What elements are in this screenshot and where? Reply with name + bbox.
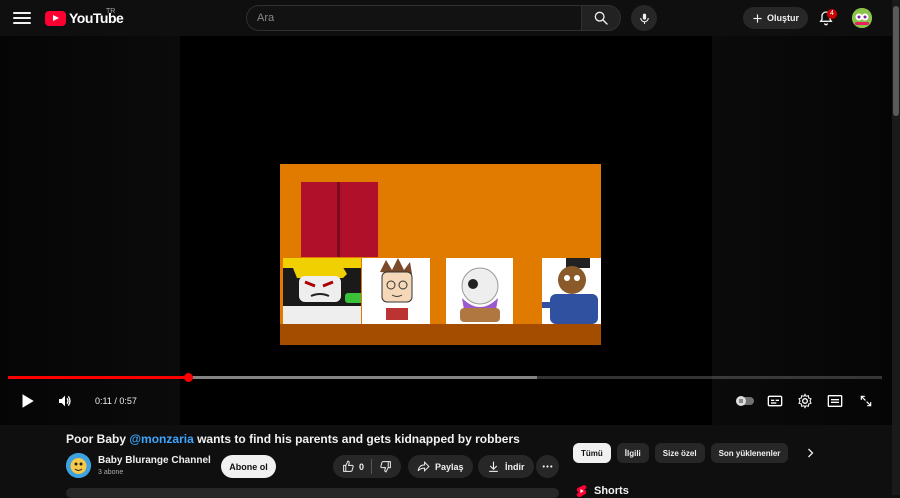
subscribe-button[interactable]: Abone ol (221, 455, 276, 478)
shorts-label: Shorts (594, 485, 629, 497)
chip-for-you[interactable]: Size özel (654, 443, 705, 463)
video-letterbox-right (712, 36, 892, 425)
plus-icon (753, 13, 762, 23)
play-icon (22, 394, 34, 408)
autoplay-toggle[interactable] (735, 393, 755, 409)
thumbs-up-icon (343, 460, 354, 472)
character-panel-2 (362, 258, 430, 324)
played-range (8, 376, 189, 379)
page-scrollbar[interactable] (892, 0, 900, 495)
video-title: Poor Baby @monzaria wants to find his pa… (66, 432, 520, 446)
subtitles-button[interactable] (766, 392, 784, 410)
create-label: Oluştur (766, 13, 799, 23)
fullscreen-icon (860, 395, 872, 407)
share-label: Paylaş (435, 461, 464, 472)
miniplayer-icon (827, 395, 843, 407)
search-box (246, 5, 581, 31)
like-divider (371, 459, 373, 474)
voice-search-button[interactable] (631, 5, 657, 31)
current-time: 0:11 (95, 396, 112, 406)
description-box[interactable] (66, 488, 559, 498)
search-input[interactable] (247, 6, 581, 30)
scrollbar-thumb[interactable] (893, 6, 899, 116)
chevron-right-icon (808, 448, 814, 458)
download-icon (489, 461, 498, 472)
video-player[interactable]: 0:11 / 0:57 (0, 36, 892, 425)
account-avatar[interactable] (852, 8, 872, 28)
autoplay-toggle-icon (736, 396, 754, 406)
water-gun-image (345, 293, 361, 303)
fullscreen-button[interactable] (857, 392, 875, 410)
gear-icon (798, 393, 812, 409)
character-panel-1 (283, 258, 361, 324)
microphone-icon (639, 13, 649, 24)
like-dislike-group: 0 (333, 455, 402, 478)
curtain-image (301, 182, 378, 257)
volume-button[interactable] (55, 391, 75, 411)
thumbs-down-icon (380, 461, 391, 473)
video-frame (280, 164, 601, 345)
more-horizontal-icon (542, 465, 553, 468)
title-prefix: Poor Baby (66, 432, 130, 446)
filter-chips: Tümü İlgili Size özel Son yüklenenler (573, 443, 789, 463)
scrubber-handle[interactable] (184, 373, 194, 382)
chips-next-button[interactable] (801, 444, 819, 462)
chip-all[interactable]: Tümü (573, 443, 611, 463)
notification-badge: 4 (827, 9, 837, 19)
avatar-image (852, 8, 872, 28)
channel-avatar[interactable] (66, 453, 91, 478)
like-count: 0 (359, 461, 365, 472)
floor (280, 324, 601, 345)
search-button[interactable] (581, 5, 621, 31)
play-button[interactable] (16, 390, 38, 412)
like-button[interactable]: 0 (342, 460, 364, 473)
title-suffix: wants to find his parents and gets kidna… (193, 432, 520, 446)
share-button[interactable]: Paylaş (408, 455, 473, 478)
shorts-section-header: Shorts (575, 484, 629, 498)
progress-bar[interactable] (8, 373, 882, 382)
time-display: 0:11 / 0:57 (95, 396, 137, 406)
top-bar: YouTube TR Oluştur 4 (0, 0, 892, 36)
chip-recently-uploaded[interactable]: Son yüklenenler (710, 443, 789, 463)
video-letterbox-left (0, 36, 180, 425)
settings-button[interactable] (796, 392, 814, 410)
channel-name[interactable]: Baby Blurange Channel (98, 455, 211, 466)
menu-icon[interactable] (12, 8, 32, 28)
dislike-button[interactable] (379, 460, 392, 473)
channel-avatar-image (66, 453, 91, 478)
download-label: İndir (505, 461, 525, 472)
duration: 0:57 (119, 396, 137, 406)
miniplayer-button[interactable] (826, 392, 844, 410)
search-icon (594, 11, 608, 25)
character-panel-4 (542, 258, 601, 326)
create-button[interactable]: Oluştur (743, 7, 808, 29)
character-panel-3 (446, 258, 513, 324)
download-button[interactable]: İndir (478, 455, 534, 478)
country-code: TR (106, 8, 116, 15)
chip-related[interactable]: İlgili (616, 443, 649, 463)
shorts-icon (576, 485, 587, 497)
subtitles-icon (767, 395, 783, 407)
subscriber-count: 3 abone (98, 469, 124, 476)
youtube-play-icon (45, 10, 66, 26)
more-actions-button[interactable] (536, 455, 559, 478)
share-icon (417, 460, 430, 473)
volume-icon (59, 395, 71, 407)
title-mention-link[interactable]: @monzaria (129, 432, 193, 446)
